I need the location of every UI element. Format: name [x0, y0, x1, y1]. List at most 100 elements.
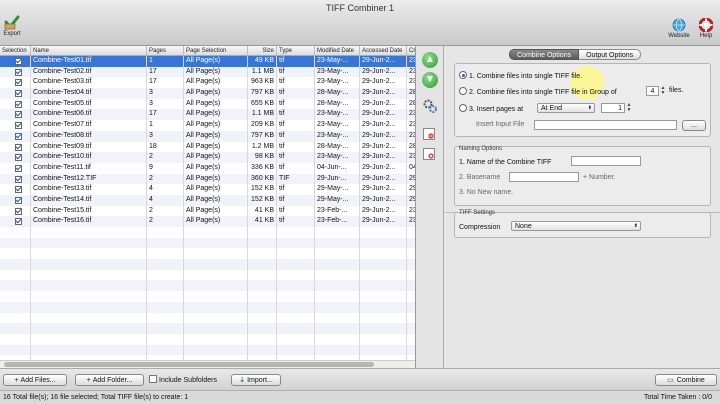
group-count-field[interactable]: 4 [646, 86, 659, 96]
file-table[interactable]: Selection Name Pages Page Selection Size… [0, 46, 416, 368]
remove-all-icon[interactable] [423, 148, 435, 160]
cell-size: 1.1 MB [248, 109, 277, 121]
table-row[interactable]: Combine-Test07.tif 1 All Page(s) 209 KB tif 2… [0, 120, 415, 131]
empty-cell [0, 248, 31, 260]
group-count-stepper[interactable]: ▲ ▼ [660, 86, 666, 96]
options-tabs: Combine Options Output Options [509, 49, 642, 60]
tab-combine-options[interactable]: Combine Options [509, 49, 580, 60]
column-header[interactable]: Modified Date [315, 46, 360, 56]
column-header[interactable]: Page Selection [184, 46, 248, 56]
selection-checkbox[interactable] [15, 196, 22, 204]
tab-output-options[interactable]: Output Options [579, 49, 642, 60]
table-row[interactable]: Combine-Test12.TIF 2 All Page(s) 360 KB TIF 2… [0, 173, 415, 185]
move-up-icon[interactable]: ▲ [422, 52, 438, 68]
basename-field[interactable] [509, 172, 579, 182]
selection-checkbox[interactable] [15, 100, 22, 108]
naming-no-new-label[interactable]: 3. No New name. [459, 189, 513, 196]
horizontal-scrollbar[interactable] [0, 360, 415, 368]
empty-cell [184, 269, 248, 281]
cell-size: 41 KB [248, 216, 277, 227]
cell-cr: 23 [407, 109, 415, 120]
combine-single-option[interactable]: 1. Combine files into single TIFF file. [459, 71, 582, 80]
table-row[interactable]: Combine-Test09.tif 18 All Page(s) 1.2 MB tif… [0, 141, 415, 153]
settings-icon[interactable] [422, 98, 438, 114]
naming-basename-label[interactable]: 2. Basename [459, 174, 500, 181]
selection-checkbox[interactable] [15, 68, 22, 76]
cell-type: tif [277, 194, 315, 206]
insert-input-field[interactable] [534, 120, 677, 130]
combine-button[interactable]: ▭ Combine [655, 374, 717, 386]
table-row[interactable]: Combine-Test06.tif 17 All Page(s) 1.1 MB tif… [0, 109, 415, 121]
selection-checkbox[interactable] [15, 58, 22, 65]
selection-checkbox[interactable] [15, 218, 22, 226]
cell-modified: 29-Jun-... [315, 173, 360, 185]
column-header[interactable]: Cr [407, 46, 415, 56]
insert-page-field[interactable]: 1 [601, 103, 625, 113]
selection-checkbox[interactable] [15, 175, 22, 183]
column-header[interactable]: Accessed Date [360, 46, 407, 56]
selection-checkbox[interactable] [15, 79, 22, 87]
insert-page-stepper[interactable]: ▲ ▼ [626, 103, 632, 113]
include-subfolders-checkbox[interactable] [149, 375, 157, 383]
include-subfolders-option[interactable]: Include Subfolders [149, 375, 217, 386]
table-row[interactable]: Combine-Test01.tif 1 All Page(s) 49 KB tif 23… [0, 56, 415, 67]
empty-row [0, 301, 415, 313]
combine-name-field[interactable] [571, 156, 641, 166]
cell-page-selection: All Page(s) [184, 77, 248, 89]
empty-cell [184, 291, 248, 302]
help-button[interactable]: Help [695, 18, 717, 39]
table-row[interactable]: Combine-Test08.tif 3 All Page(s) 797 KB tif 2… [0, 130, 415, 142]
selection-checkbox[interactable] [15, 132, 22, 140]
table-row[interactable]: Combine-Test16.tif 2 All Page(s) 41 KB tif 23… [0, 216, 415, 227]
table-row[interactable]: Combine-Test04.tif 3 All Page(s) 797 KB tif 2… [0, 88, 415, 99]
table-row[interactable]: Combine-Test02.tif 17 All Page(s) 1.1 MB tif… [0, 66, 415, 78]
insert-position-select[interactable]: At End ⬍ [537, 103, 595, 113]
table-row[interactable]: Combine-Test15.tif 2 All Page(s) 41 KB tif 23… [0, 205, 415, 217]
selection-checkbox[interactable] [15, 154, 22, 162]
empty-cell [360, 237, 407, 249]
empty-cell [0, 280, 31, 292]
selection-checkbox[interactable] [15, 143, 22, 151]
combine-group-option[interactable]: 2. Combine files into single TIFF file i… [459, 87, 617, 96]
import-button[interactable]: ⇣ Import... [231, 374, 281, 386]
website-button[interactable]: Website [667, 18, 691, 39]
insert-pages-option[interactable]: 3. Insert pages at [459, 104, 523, 113]
insert-pages-radio[interactable] [459, 104, 467, 112]
table-row[interactable]: Combine-Test03.tif 17 All Page(s) 963 KB tif… [0, 77, 415, 89]
cell-type: tif [277, 216, 315, 227]
empty-row [0, 248, 415, 260]
empty-cell [248, 333, 277, 345]
naming-name-label[interactable]: 1. Name of the Combine TIFF [459, 159, 551, 166]
selection-checkbox[interactable] [15, 207, 22, 215]
selection-checkbox[interactable] [15, 186, 22, 194]
selection-checkbox[interactable] [15, 90, 22, 98]
compression-select[interactable]: None ⬍ [511, 221, 641, 231]
remove-file-icon[interactable] [423, 128, 435, 140]
combine-single-radio[interactable] [459, 71, 467, 79]
selection-checkbox[interactable] [15, 122, 22, 130]
combine-group-radio[interactable] [459, 87, 467, 95]
table-row[interactable]: Combine-Test10.tif 2 All Page(s) 98 KB tif 23… [0, 152, 415, 163]
export-button[interactable]: Export [2, 14, 22, 37]
column-header[interactable]: Pages [147, 46, 184, 56]
column-header[interactable]: Size [248, 46, 277, 56]
selection-checkbox[interactable] [15, 111, 22, 119]
browse-button[interactable]: ... [682, 120, 706, 131]
column-header[interactable]: Type [277, 46, 315, 56]
add-folder-button[interactable]: + Add Folder... [75, 374, 144, 386]
add-files-button[interactable]: + Add Files... [3, 374, 67, 386]
column-header[interactable]: Name [31, 46, 147, 56]
move-down-icon[interactable]: ▼ [422, 72, 438, 88]
cell-type: tif [277, 141, 315, 153]
empty-cell [147, 259, 184, 270]
cell-page-selection: All Page(s) [184, 130, 248, 142]
table-row[interactable]: Combine-Test13.tif 4 All Page(s) 152 KB tif 2… [0, 184, 415, 195]
empty-cell [147, 237, 184, 249]
cell-modified: 23-May-... [315, 56, 360, 67]
table-row[interactable]: Combine-Test05.tif 3 All Page(s) 655 KB tif 2… [0, 98, 415, 110]
scrollbar-thumb[interactable] [4, 362, 374, 367]
column-header[interactable]: Selection [0, 46, 31, 56]
table-row[interactable]: Combine-Test14.tif 4 All Page(s) 152 KB tif 2… [0, 194, 415, 206]
selection-checkbox[interactable] [15, 164, 22, 172]
table-row[interactable]: Combine-Test11.tif 9 All Page(s) 336 KB tif 0… [0, 162, 415, 174]
